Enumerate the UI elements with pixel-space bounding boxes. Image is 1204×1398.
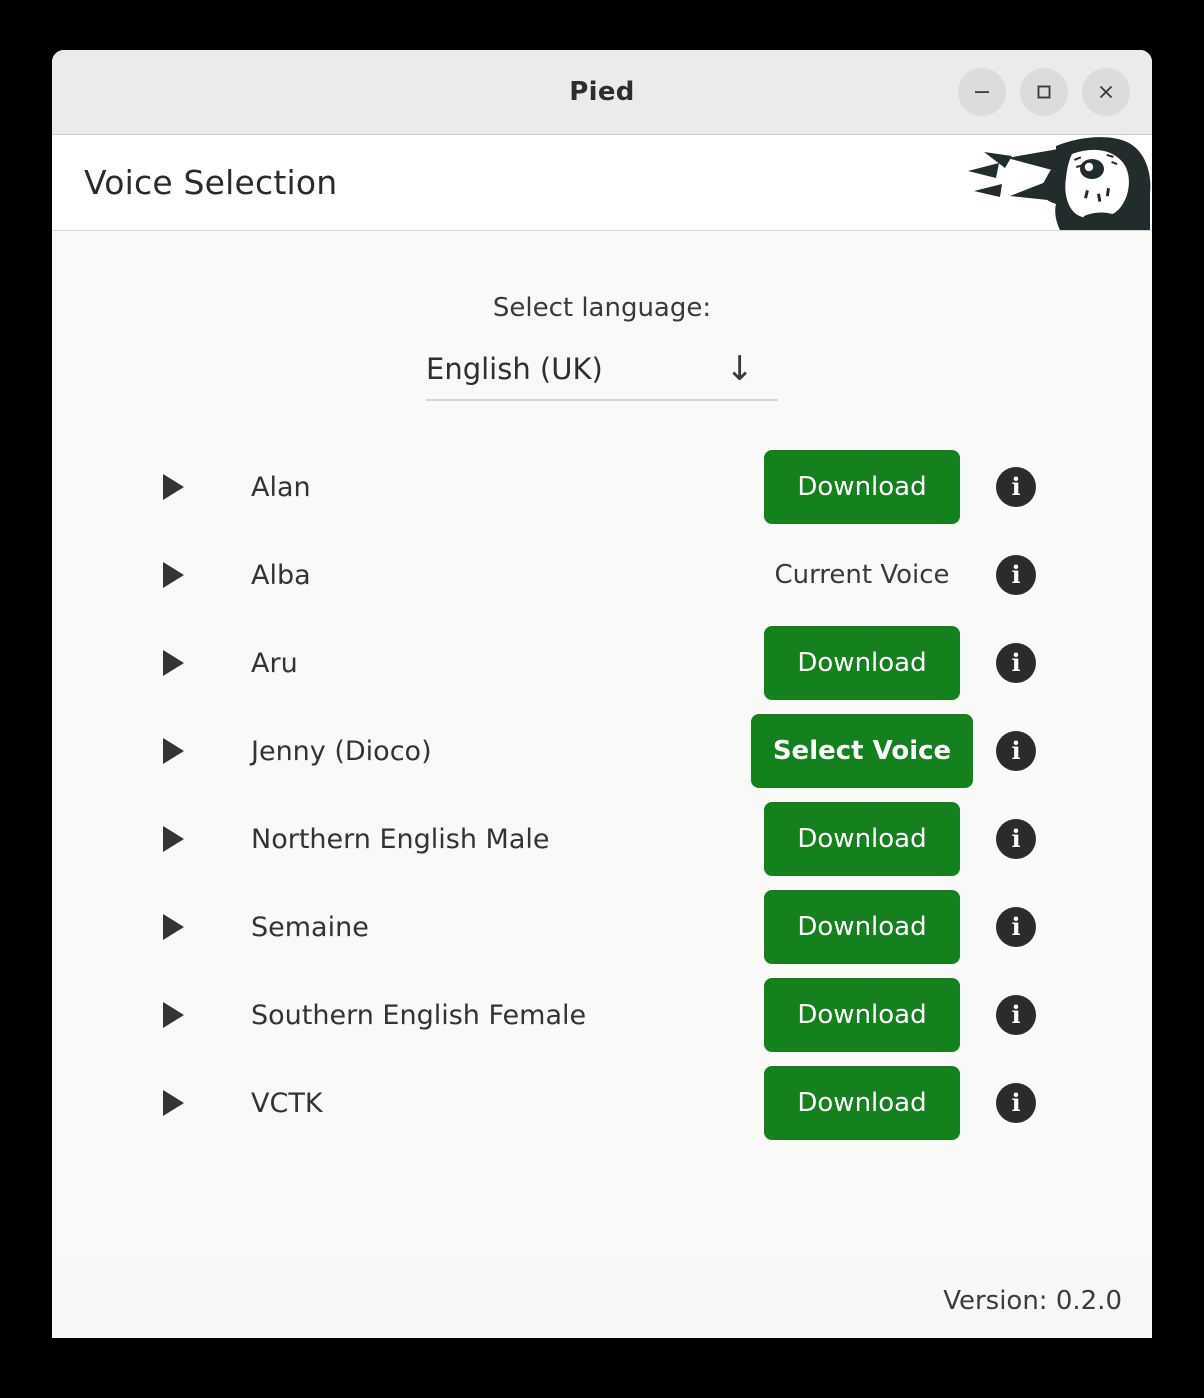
download-button[interactable]: Download [764,450,960,524]
title-bar: Pied [52,50,1152,135]
language-dropdown[interactable]: English (UK) ↓ [426,345,778,401]
page-title: Voice Selection [84,163,338,202]
info-icon[interactable]: i [996,731,1036,771]
language-section: Select language: English (UK) ↓ [52,231,1152,401]
info-icon[interactable]: i [996,467,1036,507]
play-icon[interactable] [160,1088,186,1118]
voice-row: VCTK Download i [52,1059,1152,1147]
select-language-label: Select language: [492,293,712,323]
minimize-icon [975,91,989,93]
play-icon[interactable] [160,648,186,678]
voice-list: Alan Download i Alba Current Voice i Aru Downlo… [52,443,1152,1147]
main-content: Select language: English (UK) ↓ Alan Down… [52,231,1152,1338]
voice-name: Alba [251,559,311,591]
select-voice-button[interactable]: Select Voice [751,714,973,788]
info-icon[interactable]: i [996,555,1036,595]
voice-action-cell: Download [746,890,978,964]
voice-action-cell: Download [746,626,978,700]
voice-name: Jenny (Dioco) [251,735,432,767]
voice-row: Jenny (Dioco) Select Voice i [52,707,1152,795]
window-controls [958,50,1130,134]
voice-name: VCTK [251,1087,323,1119]
current-voice-status: Current Voice [774,560,950,590]
voice-name: Aru [251,647,298,679]
play-icon[interactable] [160,560,186,590]
maximize-button[interactable] [1020,68,1068,116]
footer-bar: Version: 0.2.0 [52,1263,1152,1338]
app-window: Pied Voice Selection Select language: En… [52,50,1152,1338]
play-icon[interactable] [160,824,186,854]
download-button[interactable]: Download [764,978,960,1052]
close-button[interactable] [1082,68,1130,116]
window-title: Pied [569,77,635,107]
info-icon[interactable]: i [996,819,1036,859]
download-button[interactable]: Download [764,802,960,876]
voice-row: Semaine Download i [52,883,1152,971]
close-icon [1099,85,1113,99]
minimize-button[interactable] [958,68,1006,116]
version-label: Version: 0.2.0 [943,1285,1122,1316]
header-band: Voice Selection [52,135,1152,231]
voice-row: Alan Download i [52,443,1152,531]
info-icon[interactable]: i [996,1083,1036,1123]
voice-name: Alan [251,471,311,503]
voice-name: Northern English Male [251,823,550,855]
download-button[interactable]: Download [764,890,960,964]
voice-action-cell: Download [746,1066,978,1140]
voice-action-cell: Select Voice [746,714,978,788]
play-icon[interactable] [160,912,186,942]
info-icon[interactable]: i [996,995,1036,1035]
info-icon[interactable]: i [996,643,1036,683]
voice-row: Aru Download i [52,619,1152,707]
play-icon[interactable] [160,736,186,766]
voice-row: Alba Current Voice i [52,531,1152,619]
maximize-icon [1037,85,1051,99]
voice-row: Southern English Female Download i [52,971,1152,1059]
voice-action-cell: Download [746,802,978,876]
voice-row: Northern English Male Download i [52,795,1152,883]
download-button[interactable]: Download [764,626,960,700]
play-icon[interactable] [160,1000,186,1030]
language-selected-value: English (UK) [426,352,603,386]
voice-action-cell: Current Voice [746,560,978,590]
play-icon[interactable] [160,472,186,502]
info-icon[interactable]: i [996,907,1036,947]
arrow-down-icon: ↓ [725,349,755,389]
pied-bird-logo-icon [952,134,1152,230]
voice-action-cell: Download [746,978,978,1052]
download-button[interactable]: Download [764,1066,960,1140]
voice-name: Southern English Female [251,999,587,1031]
voice-action-cell: Download [746,450,978,524]
voice-name: Semaine [251,911,369,943]
